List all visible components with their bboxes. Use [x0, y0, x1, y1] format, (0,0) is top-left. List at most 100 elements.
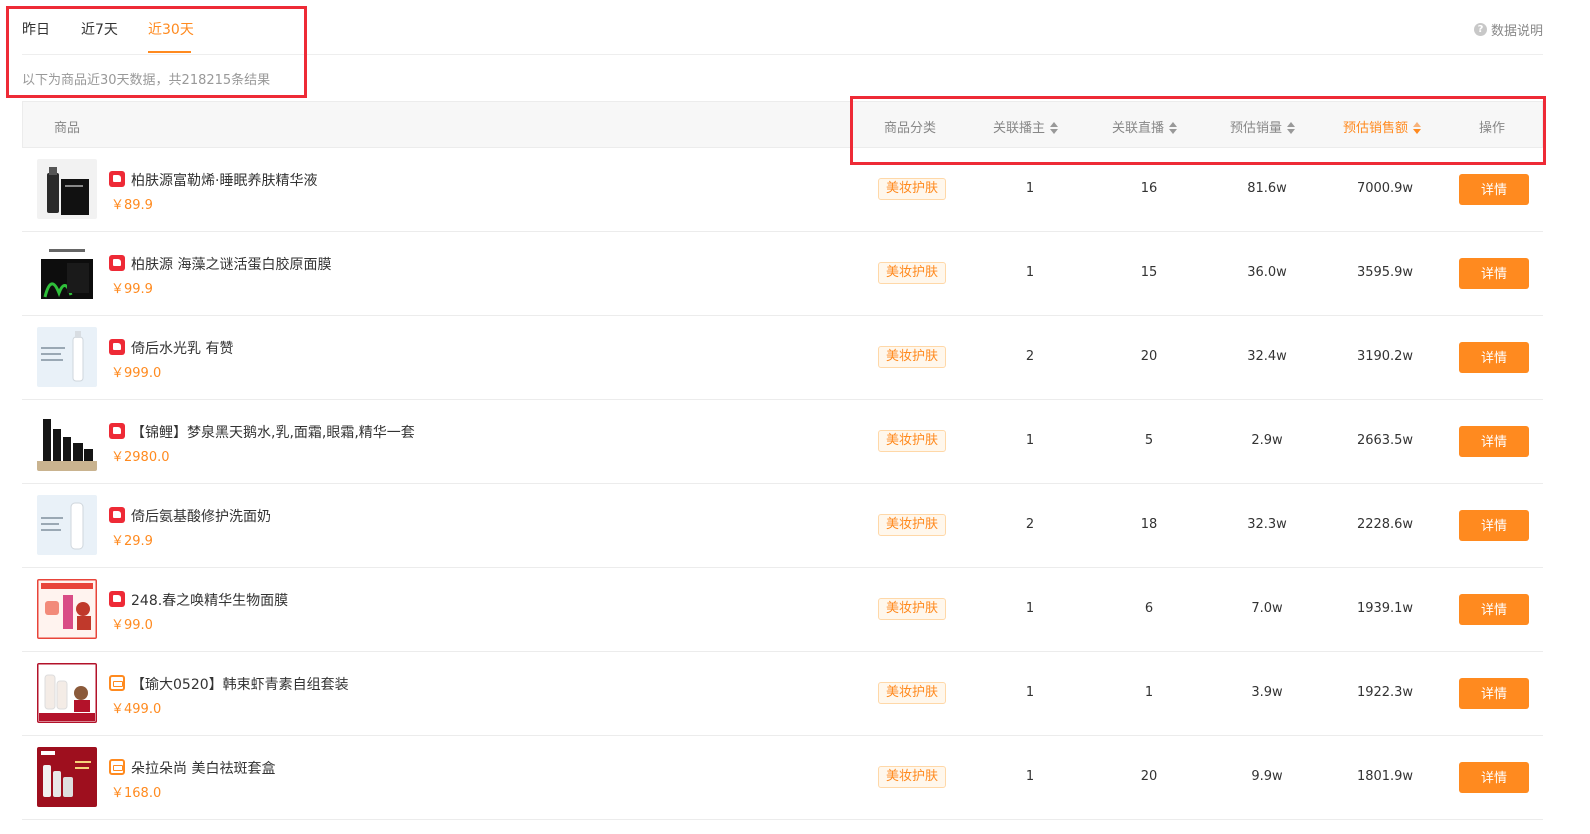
category-tag: 美妆护肤 — [878, 682, 947, 704]
est-revenue-value: 1801.9w — [1356, 769, 1414, 784]
product-thumbnail[interactable] — [37, 411, 97, 471]
tab-7-days[interactable]: 近7天 — [81, 19, 118, 39]
product-price: ￥29.9 — [111, 534, 153, 549]
est-sales-value: 7.0w — [1251, 601, 1283, 616]
column-category: 商品分类 — [884, 121, 937, 136]
est-sales-value: 9.9w — [1251, 769, 1283, 784]
product-thumbnail[interactable] — [37, 663, 97, 723]
est-sales-value: 81.6w — [1247, 181, 1287, 196]
thumb-up-icon — [109, 423, 125, 439]
related-lives-value: 20 — [1140, 769, 1158, 784]
product-thumbnail[interactable] — [37, 327, 97, 387]
detail-button[interactable]: 详情 — [1459, 594, 1529, 625]
column-action: 操作 — [1479, 121, 1506, 136]
question-circle-icon: ? — [1473, 23, 1487, 36]
category-tag: 美妆护肤 — [878, 598, 947, 620]
column-related-hosts[interactable]: 关联播主 — [993, 117, 1059, 136]
product-name[interactable]: 倚后氨基酸修护洗面奶 — [131, 506, 271, 526]
est-revenue-value: 2228.6w — [1356, 517, 1414, 532]
related-hosts-value: 1 — [1025, 265, 1035, 280]
thumb-up-icon — [109, 171, 125, 187]
thumb-up-icon — [109, 339, 125, 355]
est-revenue-value: 1939.1w — [1356, 601, 1414, 616]
est-sales-value: 3.9w — [1251, 685, 1283, 700]
est-sales-value: 36.0w — [1247, 265, 1287, 280]
product-thumbnail[interactable] — [37, 579, 97, 639]
data-help-label: 数据说明 — [1490, 24, 1543, 39]
est-revenue-value: 1922.3w — [1356, 685, 1414, 700]
column-est-sales-label: 预估销量 — [1230, 121, 1283, 136]
related-hosts-value: 1 — [1025, 433, 1035, 448]
product-name[interactable]: 柏肤源 海藻之谜活蛋白胶原面膜 — [131, 254, 331, 274]
detail-button[interactable]: 详情 — [1459, 258, 1529, 289]
related-hosts-value: 2 — [1025, 517, 1035, 532]
est-revenue-value: 2663.5w — [1356, 433, 1414, 448]
product-name[interactable]: 朵拉朵尚 美白祛斑套盒 — [131, 758, 275, 778]
product-thumbnail[interactable] — [37, 495, 97, 555]
est-revenue-value: 7000.9w — [1356, 181, 1414, 196]
tab-30-days[interactable]: 近30天 — [148, 19, 194, 39]
thumb-up-icon — [109, 507, 125, 523]
thumb-up-icon — [109, 255, 125, 271]
column-related-lives[interactable]: 关联直播 — [1112, 117, 1178, 136]
shop-icon — [109, 759, 125, 775]
detail-button[interactable]: 详情 — [1459, 174, 1529, 205]
table-row: 【锦鲤】梦泉黑天鹅水,乳,面霜,眼霜,精华一套 ￥2980.0 美妆护肤 1 5… — [22, 400, 1543, 484]
table-row: 柏肤源 海藻之谜活蛋白胶原面膜 ￥99.9 美妆护肤 1 15 36.0w 35… — [22, 232, 1543, 316]
product-thumbnail[interactable] — [37, 159, 97, 219]
table-row: 【瑜大0520】韩束虾青素自组套装 ￥499.0 美妆护肤 1 1 3.9w 1… — [22, 652, 1543, 736]
detail-button[interactable]: 详情 — [1459, 426, 1529, 457]
shop-icon — [109, 675, 125, 691]
product-name[interactable]: 【锦鲤】梦泉黑天鹅水,乳,面霜,眼霜,精华一套 — [131, 422, 415, 442]
category-tag: 美妆护肤 — [878, 766, 947, 788]
column-est-revenue[interactable]: 预估销售额 — [1343, 117, 1422, 136]
category-tag: 美妆护肤 — [878, 262, 947, 284]
table-row: 248.春之唤精华生物面膜 ￥99.0 美妆护肤 1 6 7.0w 1939.1… — [22, 568, 1543, 652]
est-revenue-value: 3190.2w — [1356, 349, 1414, 364]
table-row: 朵拉朵尚 美白祛斑套盒 ￥168.0 美妆护肤 1 20 9.9w 1801.9… — [22, 736, 1543, 820]
product-price: ￥99.9 — [111, 282, 153, 297]
result-summary: 以下为商品近30天数据，共218215条结果 — [22, 73, 271, 88]
column-est-revenue-label: 预估销售额 — [1343, 121, 1409, 136]
est-sales-value: 32.4w — [1247, 349, 1287, 364]
category-tag: 美妆护肤 — [878, 514, 947, 536]
sort-desc-icon — [1413, 121, 1422, 134]
product-name[interactable]: 248.春之唤精华生物面膜 — [131, 590, 288, 610]
column-est-sales[interactable]: 预估销量 — [1230, 117, 1296, 136]
product-name[interactable]: 柏肤源富勒烯·睡眠养肤精华液 — [131, 170, 317, 190]
product-price: ￥168.0 — [111, 786, 162, 801]
tab-yesterday[interactable]: 昨日 — [22, 19, 50, 39]
detail-button[interactable]: 详情 — [1459, 762, 1529, 793]
product-table-body: 柏肤源富勒烯·睡眠养肤精华液 ￥89.9 美妆护肤 1 16 81.6w 700… — [22, 148, 1543, 820]
related-hosts-value: 1 — [1025, 685, 1035, 700]
column-related-hosts-label: 关联播主 — [993, 121, 1046, 136]
product-price: ￥499.0 — [111, 702, 162, 717]
product-price: ￥89.9 — [111, 198, 153, 213]
active-tab-indicator — [148, 51, 191, 53]
product-price: ￥99.0 — [111, 618, 153, 633]
related-lives-value: 5 — [1144, 433, 1154, 448]
sort-icon — [1287, 121, 1296, 134]
est-revenue-value: 3595.9w — [1356, 265, 1414, 280]
category-tag: 美妆护肤 — [878, 430, 947, 452]
est-sales-value: 32.3w — [1247, 517, 1287, 532]
related-hosts-value: 1 — [1025, 769, 1035, 784]
related-lives-value: 18 — [1140, 517, 1158, 532]
data-help-link[interactable]: ? 数据说明 — [1473, 20, 1543, 39]
related-hosts-value: 1 — [1025, 181, 1035, 196]
product-name[interactable]: 倚后水光乳 有赞 — [131, 338, 233, 358]
detail-button[interactable]: 详情 — [1459, 678, 1529, 709]
detail-button[interactable]: 详情 — [1459, 510, 1529, 541]
product-thumbnail[interactable] — [37, 747, 97, 807]
product-thumbnail[interactable] — [37, 243, 97, 303]
product-price: ￥2980.0 — [111, 450, 170, 465]
detail-button[interactable]: 详情 — [1459, 342, 1529, 373]
sort-icon — [1169, 121, 1178, 134]
category-tag: 美妆护肤 — [878, 346, 947, 368]
thumb-up-icon — [109, 591, 125, 607]
table-header: 商品 商品分类 关联播主 关联直播 预估销量 预估销售额 操作 — [22, 101, 1543, 148]
column-related-lives-label: 关联直播 — [1112, 121, 1165, 136]
product-name[interactable]: 【瑜大0520】韩束虾青素自组套装 — [131, 674, 349, 694]
related-lives-value: 1 — [1144, 685, 1154, 700]
related-lives-value: 16 — [1140, 181, 1158, 196]
